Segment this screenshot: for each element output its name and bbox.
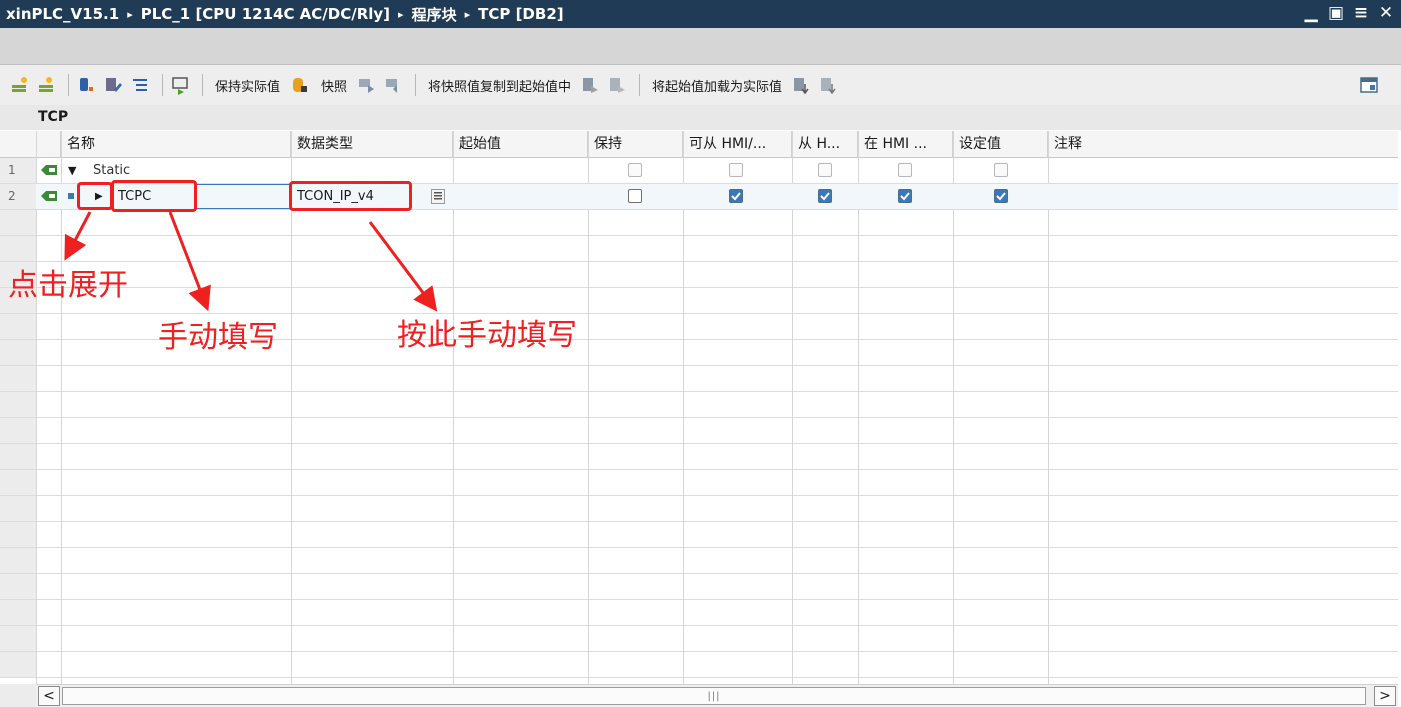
annotation-manual-fill-type: 按此手动填写 <box>397 318 577 353</box>
annotation-click-expand: 点击展开 <box>8 268 128 303</box>
annotation-manual-fill: 手动填写 <box>158 320 278 355</box>
